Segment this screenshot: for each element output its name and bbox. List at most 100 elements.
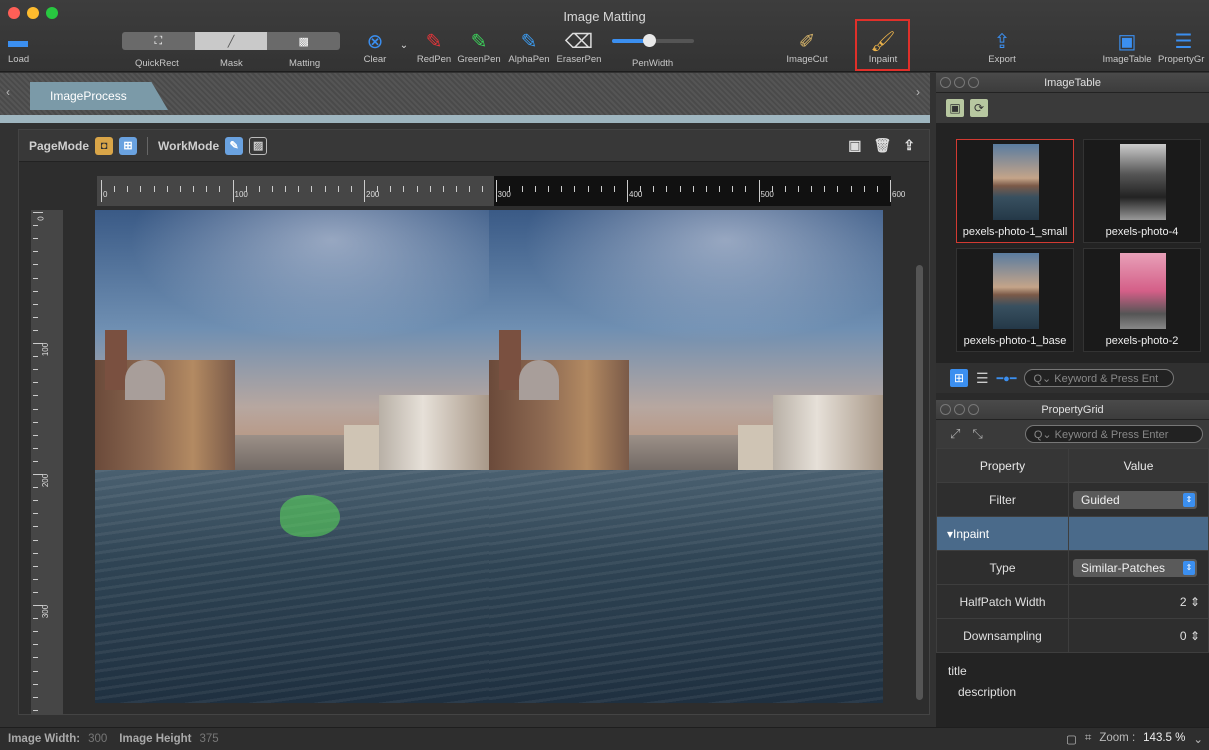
panel-controls[interactable] [940,77,979,88]
panel-control[interactable] [954,77,965,88]
mask-label: Mask [220,58,243,69]
refresh-icon[interactable]: ⟳ [970,99,988,117]
alphapen-button[interactable]: ✎ AlphaPen [506,28,552,70]
ruler-tick [33,591,38,593]
eraserpen-button[interactable]: ⌫ EraserPen [555,28,603,70]
ruler-tick [33,382,38,384]
bell-tower [499,330,521,390]
single-page-icon[interactable]: ◘ [95,136,114,155]
ruler-label: 0 [103,190,108,199]
redpen-button[interactable]: ✎ RedPen [414,28,454,70]
penwidth-slider[interactable] [612,34,694,47]
filter-select[interactable]: Guided ⇕ [1073,490,1197,509]
load-button[interactable]: ▬ Load [8,28,48,70]
panel-control[interactable] [940,404,951,415]
ruler-tick [653,186,655,192]
propertygrid-search-input[interactable]: Q⌄ Keyword & Press Enter [1024,425,1203,443]
status-bar: Image Width: 300 Image Height 375 ▢ ⌗ Zoom… [0,727,1209,750]
downsampling-label: Downsampling [936,618,1069,653]
filter-label: Filter [936,482,1069,517]
edit-mode-icon[interactable]: ✎ [225,136,244,155]
actual-size-icon[interactable]: ⌗ [1085,732,1091,746]
imagecut-button[interactable]: ✐ ImageCut [784,28,830,70]
chevron-down-icon: ⌄ [399,39,409,51]
downsampling-stepper[interactable]: 0 ⇕ [1068,618,1209,653]
vertical-ruler: 0 100 200 300 [31,210,63,715]
ruler-label: 500 [760,190,774,199]
source-image[interactable] [95,210,489,703]
image-cell[interactable]: pexels-photo-2 [1083,248,1201,352]
image-cell[interactable]: pexels-photo-1_small [956,139,1074,243]
ruler-tick [758,180,760,202]
panel-control[interactable] [968,404,979,415]
collapse-icon[interactable]: ⤡ [972,426,982,442]
greenpen-label: GreenPen [457,54,501,65]
fit-screen-icon[interactable]: ▢ [1066,732,1077,746]
chevron-down-icon[interactable]: ⌄ [1193,732,1203,746]
mask-segment[interactable]: ╱ [194,32,268,50]
mode-segmented-control[interactable]: ⛶ ╱ ▩ [122,32,340,50]
list-view-icon[interactable]: ☰ [976,370,989,387]
vertical-scrollbar[interactable] [916,265,923,700]
propertygrid-search-placeholder: Keyword & Press Enter [1054,429,1169,441]
horizontal-ruler: 0 100 200 300 400 500 600 [97,176,905,206]
ruler-tick [33,356,38,358]
inpaint-group-row[interactable]: ▾Inpaint [936,516,1209,551]
image-icon: ▣ [1117,30,1137,53]
image-cell[interactable]: pexels-photo-4 [1083,139,1201,243]
green-pen-icon: ✎ [470,30,488,53]
image-canvas[interactable] [95,210,883,703]
toolbar: Image Matting ▬ Load ⛶ ╱ ▩ QuickRect Mas… [0,0,1209,72]
split-page-icon[interactable]: ⊞ [119,136,138,155]
matting-segment[interactable]: ▩ [267,32,340,50]
ruler-tick [232,180,234,202]
imagecut-label: ImageCut [786,54,828,65]
quickrect-segment[interactable]: ⛶ [122,32,195,50]
grid-view-icon[interactable]: ⊞ [950,369,968,387]
stepper-icon[interactable]: ⇕ [1190,595,1200,609]
inpaint-mask-region[interactable] [280,495,340,537]
image-cell[interactable]: pexels-photo-1_base [956,248,1074,352]
ruler-tick [33,578,38,580]
chevron-right-icon[interactable]: › [916,85,920,99]
ruler-tick [33,460,38,462]
ruler-tick [442,186,444,192]
greenpen-button[interactable]: ✎ GreenPen [456,28,502,70]
stepper-icon[interactable]: ⇕ [1190,629,1200,643]
clear-button[interactable]: ⊗ Clear [355,28,395,70]
export-button[interactable]: ⇪ Export [980,28,1024,70]
chevron-left-icon[interactable]: ‹ [6,85,10,99]
description-title: title [948,664,967,678]
halfpatch-stepper[interactable]: 2 ⇕ [1068,584,1209,619]
table-row: Downsampling 0 ⇕ [936,618,1209,653]
expand-icon[interactable]: ⤢ [950,426,960,442]
panel-control[interactable] [968,77,979,88]
image-height-value: 375 [199,733,219,745]
add-image-icon[interactable]: ▣ [946,99,964,117]
image-width-label: Image Width: [8,733,81,745]
imagetable-search-input[interactable]: Q⌄ Keyword & Press Ent [1024,369,1175,387]
clear-dropdown-button[interactable]: ⌄ [398,32,410,74]
ruler-tick [33,212,43,213]
type-value: Similar-Patches [1081,560,1166,575]
panel-control[interactable] [954,404,965,415]
ruler-tick [495,180,497,202]
propertygrid-toggle-button[interactable]: ☰ PropertyGr [1158,28,1209,70]
image-mode-icon[interactable]: ▨ [249,136,268,155]
panel-controls[interactable] [940,404,979,415]
share-icon[interactable]: ⇪ [903,137,915,154]
description-text: description [958,685,1017,699]
panel-control[interactable] [940,77,951,88]
imagetable-toggle-button[interactable]: ▣ ImageTable [1098,28,1156,70]
penwidth-slider-knob[interactable] [643,34,656,47]
halfpatch-value: 2 [1179,594,1187,609]
thumb-size-slider[interactable]: ━●━ [997,372,1017,385]
downsampling-value: 0 [1179,628,1187,643]
photo-icon[interactable]: ▣ [848,137,861,154]
type-select[interactable]: Similar-Patches ⇕ [1073,558,1197,577]
trash-icon[interactable]: 🗑 [873,137,891,154]
tab-imageprocess[interactable]: ImageProcess [30,82,168,110]
zoom-value[interactable]: 143.5 % [1143,732,1185,746]
inpaint-group-label[interactable]: ▾Inpaint [936,516,1069,551]
result-image[interactable] [489,210,883,703]
